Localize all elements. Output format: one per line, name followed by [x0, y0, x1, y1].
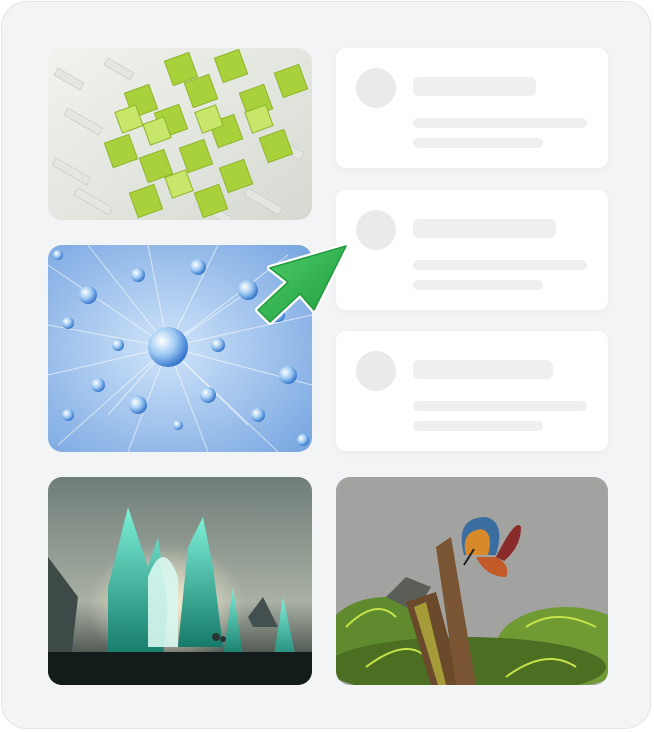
butterfly-on-stump-image — [336, 477, 608, 685]
avatar-placeholder — [356, 210, 396, 250]
text-line-placeholder — [413, 421, 543, 431]
image-tile-blue-crystal[interactable] — [48, 245, 312, 452]
avatar-placeholder — [356, 351, 396, 391]
image-tile-green-cubes[interactable] — [48, 48, 312, 220]
title-placeholder — [413, 77, 536, 96]
title-placeholder — [413, 219, 556, 238]
ice-castle-landscape-image — [48, 477, 312, 685]
placeholder-card — [336, 48, 608, 168]
abstract-green-cubes-image — [48, 48, 312, 220]
avatar-placeholder — [356, 68, 396, 108]
placeholder-card — [336, 190, 608, 310]
blue-crystal-molecule-image — [48, 245, 312, 452]
image-tile-ice-castle[interactable] — [48, 477, 312, 685]
text-line-placeholder — [413, 260, 587, 270]
text-line-placeholder — [413, 138, 543, 148]
text-line-placeholder — [413, 401, 587, 411]
text-line-placeholder — [413, 280, 543, 290]
placeholder-card — [336, 331, 608, 451]
title-placeholder — [413, 360, 553, 379]
gallery-panel — [1, 1, 651, 729]
text-line-placeholder — [413, 118, 587, 128]
image-tile-butterfly[interactable] — [336, 477, 608, 685]
